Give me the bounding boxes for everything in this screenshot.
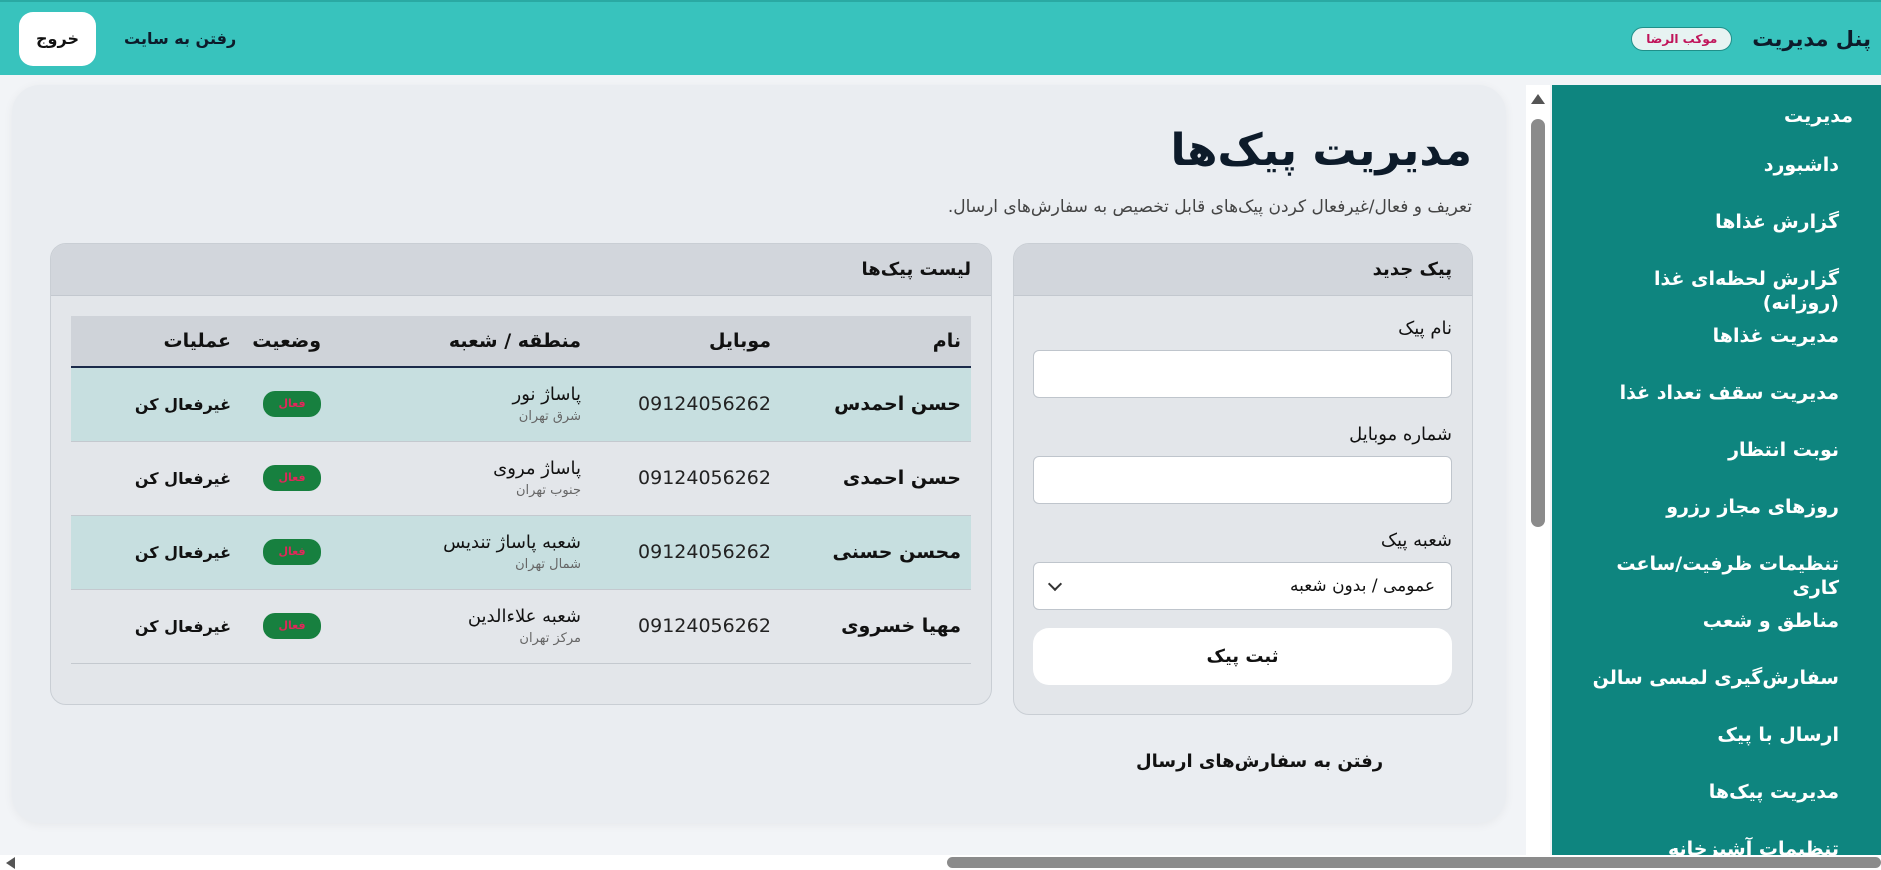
sidebar-item-capacity-settings[interactable]: تنظیمات ظرفیت/ساعت کاری bbox=[1572, 552, 1853, 609]
scroll-up-arrow-icon[interactable] bbox=[1531, 94, 1545, 104]
courier-name-label: نام پیک bbox=[1398, 318, 1452, 339]
courier-status: فعال bbox=[241, 589, 331, 663]
courier-name-input[interactable] bbox=[1033, 350, 1452, 398]
horizontal-scrollbar[interactable] bbox=[0, 855, 1881, 870]
branch-select-value: عمومی / بدون شعبه bbox=[1289, 576, 1435, 596]
status-badge: فعال bbox=[263, 391, 321, 418]
courier-actions: غیرفعال کن bbox=[71, 441, 241, 515]
branch-name: شعبه علاءالدین bbox=[467, 606, 581, 627]
courier-table: نام موبایل منطقه / شعبه وضعیت عملیات حسن… bbox=[71, 316, 971, 664]
org-badge: موکب الرضا bbox=[1631, 26, 1733, 51]
vertical-scrollbar[interactable] bbox=[1526, 85, 1550, 855]
courier-area: شعبه علاءالدین مرکز تهران bbox=[331, 589, 591, 663]
chevron-down-icon bbox=[1047, 576, 1063, 591]
scroll-left-arrow-icon[interactable] bbox=[6, 857, 15, 869]
submit-courier-button[interactable]: ثبت پیک bbox=[1033, 628, 1452, 685]
status-badge: فعال bbox=[263, 613, 321, 639]
courier-actions: غیرفعال کن bbox=[71, 589, 241, 663]
top-actions: رفتن به سایت خروج bbox=[19, 11, 236, 66]
sidebar-heading: مدیریت bbox=[1784, 105, 1853, 127]
sidebar-item-courier-management[interactable]: مدیریت پیک‌ها bbox=[1572, 780, 1853, 837]
courier-actions: غیرفعال کن bbox=[71, 367, 241, 441]
table-row: محسن حسنی 09124056262 شعبه پاساژ تندیس ش… bbox=[71, 515, 971, 589]
courier-mobile: 09124056262 bbox=[638, 541, 771, 563]
courier-table-wrap: نام موبایل منطقه / شعبه وضعیت عملیات حسن… bbox=[51, 296, 991, 664]
courier-name: حسن احمدس bbox=[834, 393, 961, 416]
courier-area: شعبه پاساژ تندیس شمال تهران bbox=[331, 515, 591, 589]
region-name: شمال تهران bbox=[515, 557, 581, 572]
sidebar-item-courier-delivery[interactable]: ارسال با پیک bbox=[1572, 723, 1853, 780]
go-to-site-link[interactable]: رفتن به سایت bbox=[124, 29, 236, 48]
sidebar-item-food-report[interactable]: گزارش غذاها bbox=[1572, 210, 1853, 267]
courier-list-card: لیست پیک‌ها نام موبایل منطقه / شعبه وضعی… bbox=[50, 243, 992, 705]
top-bar: پنل مدیریت موکب الرضا رفتن به سایت خروج bbox=[0, 0, 1881, 75]
page-subtitle: تعریف و فعال/غیرفعال کردن پیک‌های قابل ت… bbox=[947, 197, 1472, 217]
branch-name: شعبه پاساژ تندیس bbox=[443, 532, 581, 553]
sidebar-item-kitchen-settings[interactable]: تنظیمات آشپزخانه bbox=[1572, 837, 1853, 855]
courier-area: پاساژ نور شرق تهران bbox=[331, 367, 591, 441]
courier-mobile: 09124056262 bbox=[638, 467, 771, 489]
status-badge: فعال bbox=[263, 539, 321, 565]
sidebar-item-food-management[interactable]: مدیریت غذاها bbox=[1572, 324, 1853, 381]
branch-label: شعبه پیک bbox=[1380, 530, 1452, 551]
courier-name: مهیا خسروی bbox=[841, 615, 961, 637]
courier-mobile: 09124056262 bbox=[638, 393, 771, 416]
new-courier-card-title: پیک جدید bbox=[1014, 244, 1472, 296]
deactivate-button[interactable]: غیرفعال کن bbox=[135, 469, 231, 488]
status-badge: فعال bbox=[263, 465, 321, 491]
sidebar-item-areas-branches[interactable]: مناطق و شعب bbox=[1572, 609, 1853, 666]
sidebar-item-touch-ordering[interactable]: سفارش‌گیری لمسی سالن bbox=[1572, 666, 1853, 723]
sidebar-item-live-food-report[interactable]: گزارش لحظه‌ای غذا (روزانه) bbox=[1572, 267, 1853, 324]
vertical-scroll-thumb[interactable] bbox=[1531, 119, 1545, 527]
courier-actions: غیرفعال کن bbox=[71, 515, 241, 589]
new-courier-card: پیک جدید نام پیک شماره موبایل شعبه پیک ع… bbox=[1013, 243, 1473, 715]
column-header-status: وضعیت bbox=[241, 316, 331, 368]
courier-area: پاساژ مروی جنوب تهران bbox=[331, 441, 591, 515]
region-name: شرق تهران bbox=[518, 409, 581, 425]
courier-status: فعال bbox=[241, 515, 331, 589]
branch-name: پاساژ مروی bbox=[493, 458, 581, 479]
column-header-area: منطقه / شعبه bbox=[331, 316, 591, 368]
courier-mobile: 09124056262 bbox=[638, 615, 771, 637]
logout-button[interactable]: خروج bbox=[19, 11, 96, 66]
courier-name: محسن حسنی bbox=[832, 541, 961, 563]
panel-title: پنل مدیریت bbox=[1752, 26, 1871, 51]
courier-status: فعال bbox=[241, 441, 331, 515]
column-header-actions: عملیات bbox=[71, 316, 241, 368]
go-to-delivery-orders-link[interactable]: رفتن به سفارش‌های ارسال bbox=[1136, 751, 1383, 772]
main-content: مدیریت پیک‌ها تعریف و فعال/غیرفعال کردن … bbox=[12, 85, 1506, 823]
table-row: مهیا خسروی 09124056262 شعبه علاءالدین مر… bbox=[71, 589, 971, 663]
horizontal-scroll-thumb[interactable] bbox=[947, 857, 1881, 868]
table-row: حسن احمدس 09124056262 پاساژ نور شرق تهرا… bbox=[71, 367, 971, 441]
sidebar-item-waiting-queue[interactable]: نوبت انتظار bbox=[1572, 438, 1853, 495]
sidebar-item-dashboard[interactable]: داشبورد bbox=[1572, 153, 1853, 210]
sidebar-item-reservation-days[interactable]: روزهای مجاز رزرو bbox=[1572, 495, 1853, 552]
deactivate-button[interactable]: غیرفعال کن bbox=[135, 543, 231, 562]
column-header-name: نام bbox=[781, 316, 971, 368]
sidebar-item-food-cap[interactable]: مدیریت سقف تعداد غذا bbox=[1572, 381, 1853, 438]
courier-name: حسن احمدی bbox=[842, 467, 961, 489]
table-row: حسن احمدی 09124056262 پاساژ مروی جنوب ته… bbox=[71, 441, 971, 515]
courier-status: فعال bbox=[241, 367, 331, 441]
brand: پنل مدیریت موکب الرضا bbox=[1631, 26, 1871, 51]
deactivate-button[interactable]: غیرفعال کن bbox=[135, 617, 231, 636]
mobile-input[interactable] bbox=[1033, 456, 1452, 504]
new-courier-form: نام پیک شماره موبایل شعبه پیک عمومی / بد… bbox=[1014, 296, 1472, 685]
table-header-row: نام موبایل منطقه / شعبه وضعیت عملیات bbox=[71, 316, 971, 368]
branch-name: پاساژ نور bbox=[512, 384, 581, 406]
column-header-mobile: موبایل bbox=[591, 316, 781, 368]
mobile-label: شماره موبایل bbox=[1349, 424, 1452, 445]
page-title: مدیریت پیک‌ها bbox=[1170, 125, 1472, 176]
sidebar: مدیریت داشبورد گزارش غذاها گزارش لحظه‌ای… bbox=[1552, 85, 1881, 855]
courier-list-title: لیست پیک‌ها bbox=[51, 244, 991, 296]
region-name: مرکز تهران bbox=[519, 631, 581, 646]
region-name: جنوب تهران bbox=[516, 483, 581, 498]
deactivate-button[interactable]: غیرفعال کن bbox=[135, 395, 231, 414]
branch-select[interactable]: عمومی / بدون شعبه bbox=[1033, 562, 1452, 610]
